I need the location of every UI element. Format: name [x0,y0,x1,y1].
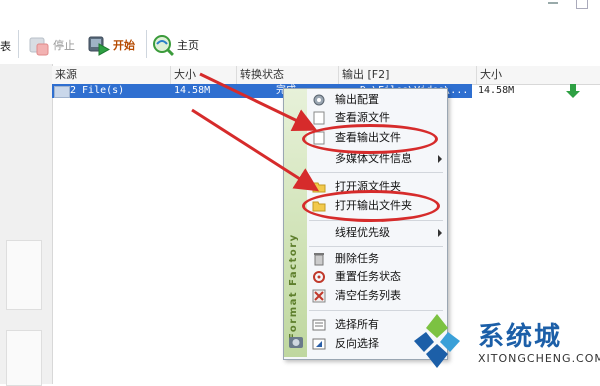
left-panel-box [6,330,42,386]
submenu-arrow-icon [438,229,442,237]
format-factory-icon [289,337,303,348]
column-output[interactable]: 输出 [F2] [338,66,478,84]
restore-button[interactable] [576,0,588,9]
start-icon [88,36,110,56]
start-button[interactable]: 开始 [88,32,135,58]
toolbar-separator [146,30,147,58]
column-output-size[interactable]: 大小 [476,66,600,84]
toolbar-partial-label: 表 [0,40,11,53]
left-panel-box [6,240,42,310]
row-size: 14.58M [174,85,211,96]
menu-separator [309,310,443,311]
home-button[interactable]: 主页 [152,32,199,58]
home-icon [153,35,174,56]
column-status[interactable]: 转换状态 [236,66,340,84]
highlight-oval [302,124,438,154]
home-label: 主页 [177,39,199,52]
toolbar-separator [18,30,19,58]
stop-label: 停止 [53,39,75,52]
start-label: 开始 [113,39,135,52]
file-group-icon [54,86,70,98]
stop-icon [29,37,49,56]
watermark-title: 系统城 [478,322,563,352]
svg-text:Format Factory: Format Factory [288,233,299,340]
menu-item-thread-priority[interactable]: 线程优先级 [309,224,443,242]
menu-item-output-config[interactable]: 输出配置 [309,91,443,109]
menu-item-clear-list[interactable]: 清空任务列表 [309,287,443,305]
submenu-arrow-icon [438,155,442,163]
menu-separator [309,246,443,247]
menu-separator [309,172,443,173]
menu-item-delete-task[interactable]: 删除任务 [309,250,443,268]
stop-button[interactable]: 停止 [28,32,75,58]
column-size[interactable]: 大小 [170,66,238,84]
column-source[interactable]: 来源 [52,66,171,84]
format-factory-logo: Format Factory [288,233,299,340]
row-output-size: 14.58M [478,85,515,96]
watermark-logo [414,314,460,368]
highlight-oval [302,190,440,222]
menu-item-reset-task[interactable]: 重置任务状态 [309,268,443,286]
download-arrow-icon [566,84,580,98]
watermark-subtitle: XITONGCHENG.COM [478,352,600,365]
row-source: 2 File(s) [70,85,125,96]
minimize-button[interactable] [548,2,558,4]
